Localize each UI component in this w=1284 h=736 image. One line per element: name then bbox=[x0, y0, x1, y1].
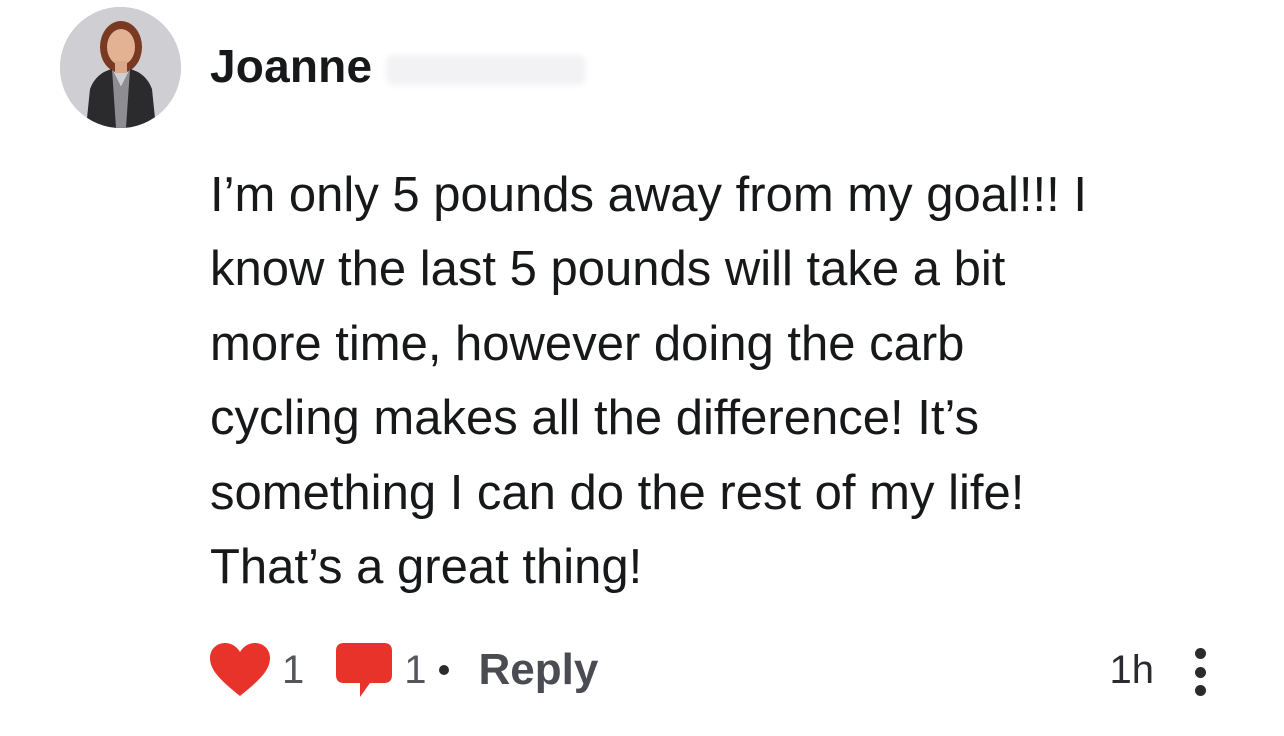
ellipsis-dot bbox=[1194, 648, 1206, 659]
ellipsis-dot bbox=[1194, 666, 1206, 678]
timestamp: 1h bbox=[1109, 648, 1155, 692]
comment-body: I’m only 5 pounds away from my goal!!! I… bbox=[210, 168, 1087, 595]
speech-bubble-icon[interactable] bbox=[334, 641, 394, 699]
ellipsis-dot bbox=[1194, 685, 1206, 696]
heart-icon[interactable] bbox=[208, 642, 272, 698]
like-count: 1 bbox=[282, 648, 305, 692]
avatar[interactable] bbox=[60, 7, 181, 128]
vertical-ellipsis-icon[interactable] bbox=[1192, 648, 1208, 696]
reply-button[interactable]: Reply bbox=[479, 648, 599, 692]
author-first-name[interactable]: Joanne bbox=[210, 40, 372, 92]
reply-count: 1 bbox=[404, 648, 427, 692]
separator-dot bbox=[438, 665, 449, 675]
profile-photo bbox=[60, 7, 181, 128]
redacted-surname bbox=[386, 54, 587, 85]
author-name[interactable]: Joanne bbox=[210, 40, 587, 92]
comment-actions: 1 1 Reply bbox=[208, 638, 598, 702]
